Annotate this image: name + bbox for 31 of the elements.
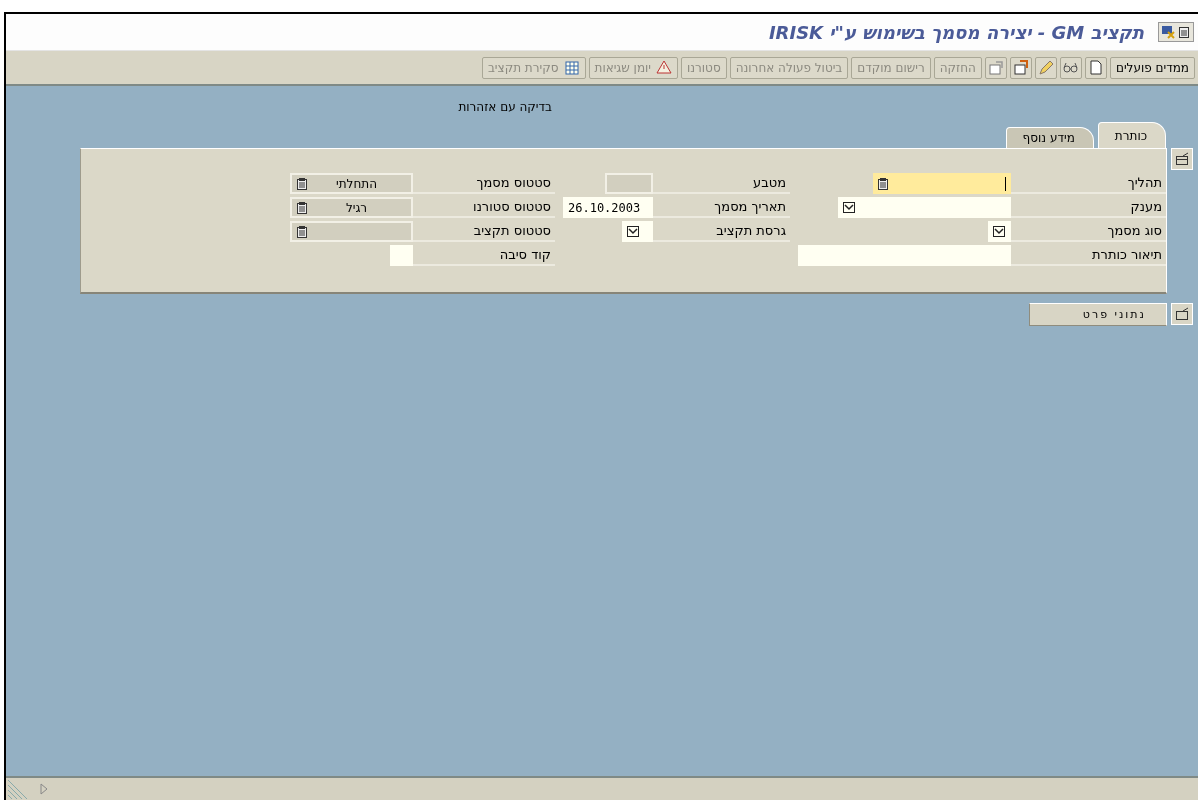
toolbar-button[interactable] — [1009, 56, 1032, 79]
input-field[interactable] — [988, 221, 1011, 242]
window-arrow-icon — [987, 59, 1005, 76]
clipboard-icon[interactable] — [1177, 25, 1191, 39]
toolbar-button[interactable] — [1059, 56, 1082, 79]
panel-toggle-icon[interactable] — [1171, 303, 1193, 325]
input-field[interactable] — [390, 245, 413, 266]
dropdown-arrow-icon[interactable] — [627, 226, 639, 237]
pencil-icon — [1037, 59, 1055, 76]
input-field[interactable] — [873, 173, 1011, 194]
warning-icon — [655, 59, 672, 76]
toolbar-button[interactable] — [1034, 56, 1057, 79]
toolbar-button[interactable] — [1084, 56, 1107, 79]
dropdown-arrow-icon[interactable] — [843, 202, 855, 213]
detail-button[interactable]: נתוני פרט — [1029, 303, 1167, 326]
new-document-icon — [1087, 59, 1105, 76]
window-title: תקציב GM - יצירה מסמך בשימוש ע"י IRISK — [768, 21, 1144, 43]
input-field[interactable] — [798, 245, 1011, 266]
tab[interactable]: כותרת — [1097, 122, 1166, 148]
grid-icon — [562, 59, 580, 76]
input-field[interactable] — [838, 197, 1011, 218]
monitor-icon[interactable] — [1161, 25, 1175, 39]
input-field[interactable]: 26.10.2003 — [563, 197, 653, 218]
window-arrow-icon — [1012, 59, 1030, 76]
input-field[interactable] — [622, 221, 653, 242]
clipboard-icon[interactable] — [878, 177, 888, 190]
tab[interactable]: מידע נוסף — [1005, 127, 1094, 148]
dropdown-arrow-icon[interactable] — [993, 226, 1005, 237]
panel-toggle-icon[interactable] — [1171, 148, 1193, 170]
status-message: בדיקה עם אזהרות — [458, 100, 552, 114]
toolbar-button[interactable]: ממדים פועלים — [1109, 56, 1195, 79]
